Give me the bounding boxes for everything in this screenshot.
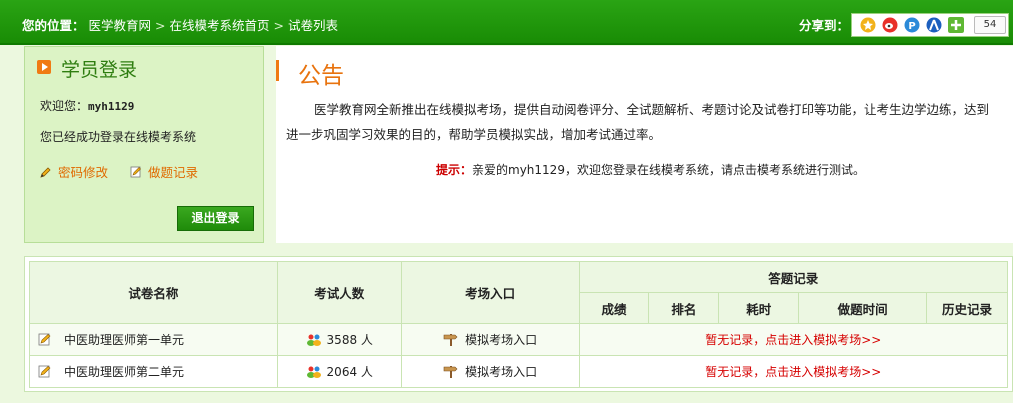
exam-count-cell: 3588 人 <box>276 323 402 356</box>
pengyou-icon[interactable]: P <box>904 17 920 33</box>
breadcrumb-separator: > <box>273 18 284 33</box>
col-header-name: 试卷名称 <box>29 261 278 324</box>
table-row: 中医助理医师第二单元 2064 人 模拟考场入口 暂无记录，点击进入模拟考场>> <box>29 355 1008 388</box>
share-toolbar: P 54 <box>851 13 1009 37</box>
share-count: 54 <box>974 16 1006 34</box>
login-title: 学员登录 <box>37 55 137 82</box>
exam-entry-cell[interactable]: 模拟考场入口 <box>400 355 580 388</box>
breadcrumb: 您的位置： 医学教育网 > 在线模考系统首页 > 试卷列表 <box>22 15 338 34</box>
exam-record-cell: 暂无记录，点击进入模拟考场>> <box>578 323 1008 356</box>
tip-text: 亲爱的myh1129，欢迎您登录在线模考系统，请点击模考系统进行测试。 <box>472 163 865 177</box>
col-header-records: 答题记录 <box>578 261 1008 293</box>
login-panel: 学员登录 欢迎您：myh1129 您已经成功登录在线模考系统 密码修改 做题记录… <box>24 46 264 243</box>
signpost-icon <box>443 334 458 346</box>
people-icon <box>306 334 321 346</box>
notice-title: 公告 <box>298 63 344 89</box>
account-links: 密码修改 做题记录 <box>40 162 216 181</box>
qzone-icon[interactable] <box>860 17 876 33</box>
breadcrumb-label: 您的位置： <box>22 18 85 33</box>
exam-entry-link[interactable]: 模拟考场入口 <box>465 333 537 347</box>
breadcrumb-separator: > <box>155 18 166 33</box>
col-header-time-used: 耗时 <box>718 292 800 324</box>
login-status: 您已经成功登录在线模考系统 <box>40 130 197 144</box>
col-header-entry: 考场入口 <box>400 261 580 324</box>
col-header-score: 成绩 <box>578 292 650 324</box>
notice-tip: 提示：亲爱的myh1129，欢迎您登录在线模考系统，请点击模考系统进行测试。 <box>436 161 865 178</box>
exam-name: 中医助理医师第二单元 <box>64 365 185 379</box>
svg-text:P: P <box>908 21 915 32</box>
exam-name-cell: 中医助理医师第二单元 <box>29 355 278 388</box>
username: myh1129 <box>88 100 135 113</box>
breadcrumb-item-system-home[interactable]: 在线模考系统首页 <box>170 18 270 33</box>
col-header-rank: 排名 <box>648 292 720 324</box>
logout-button[interactable]: 退出登录 <box>177 206 254 231</box>
col-header-count: 考试人数 <box>276 261 402 324</box>
exam-count-cell: 2064 人 <box>276 355 402 388</box>
enter-exam-link[interactable]: 暂无记录，点击进入模拟考场>> <box>705 333 881 347</box>
enter-exam-link[interactable]: 暂无记录，点击进入模拟考场>> <box>705 365 881 379</box>
pencil-icon <box>40 167 51 178</box>
edit-document-icon <box>130 166 141 178</box>
play-icon <box>37 60 51 74</box>
plus-icon[interactable] <box>948 17 964 33</box>
exam-count: 2064 人 <box>326 365 373 379</box>
notice-body: 医学教育网全新推出在线模拟考场，提供自动阅卷评分、全试题解析、考题讨论及试卷打印… <box>286 102 990 142</box>
share-label: 分享到： <box>799 18 850 33</box>
exam-name: 中医助理医师第一单元 <box>64 333 185 347</box>
exam-entry-cell[interactable]: 模拟考场入口 <box>400 323 580 356</box>
weibo-icon[interactable] <box>882 17 898 33</box>
login-title-text: 学员登录 <box>61 59 138 81</box>
welcome-line: 欢迎您：myh1129 <box>40 97 134 114</box>
exam-entry-link[interactable]: 模拟考场入口 <box>465 365 537 379</box>
exam-table: 试卷名称 考试人数 考场入口 答题记录 成绩 排名 耗时 做题时间 历史记录 中… <box>29 261 1008 388</box>
answer-records-link[interactable]: 做题记录 <box>130 165 198 180</box>
exam-record-cell: 暂无记录，点击进入模拟考场>> <box>578 355 1008 388</box>
notice-accent-bar <box>276 60 279 81</box>
exam-table-container: 试卷名称 考试人数 考场入口 答题记录 成绩 排名 耗时 做题时间 历史记录 中… <box>24 256 1013 392</box>
breadcrumb-item-paper-list: 试卷列表 <box>288 18 339 33</box>
col-header-history: 历史记录 <box>926 292 1008 324</box>
answer-records-label: 做题记录 <box>148 165 199 180</box>
notice-panel: 公告 医学教育网全新推出在线模拟考场，提供自动阅卷评分、全试题解析、考题讨论及试… <box>276 46 1013 243</box>
edit-document-icon <box>38 333 51 346</box>
edit-document-icon <box>38 365 51 378</box>
renren-icon[interactable] <box>926 17 942 33</box>
people-icon <box>306 366 321 378</box>
col-header-answer-time: 做题时间 <box>798 292 928 324</box>
table-row: 中医助理医师第一单元 3588 人 模拟考场入口 暂无记录，点击进入模拟考场>> <box>29 323 1008 356</box>
welcome-prefix: 欢迎您： <box>40 99 89 113</box>
tip-label: 提示： <box>436 163 473 177</box>
change-password-label: 密码修改 <box>58 165 109 180</box>
exam-count: 3588 人 <box>326 333 373 347</box>
exam-name-cell: 中医助理医师第一单元 <box>29 323 278 356</box>
top-bar: 您的位置： 医学教育网 > 在线模考系统首页 > 试卷列表 分享到： P 54 <box>0 0 1013 45</box>
change-password-link[interactable]: 密码修改 <box>40 165 112 180</box>
signpost-icon <box>443 366 458 378</box>
breadcrumb-item-home[interactable]: 医学教育网 <box>89 18 152 33</box>
